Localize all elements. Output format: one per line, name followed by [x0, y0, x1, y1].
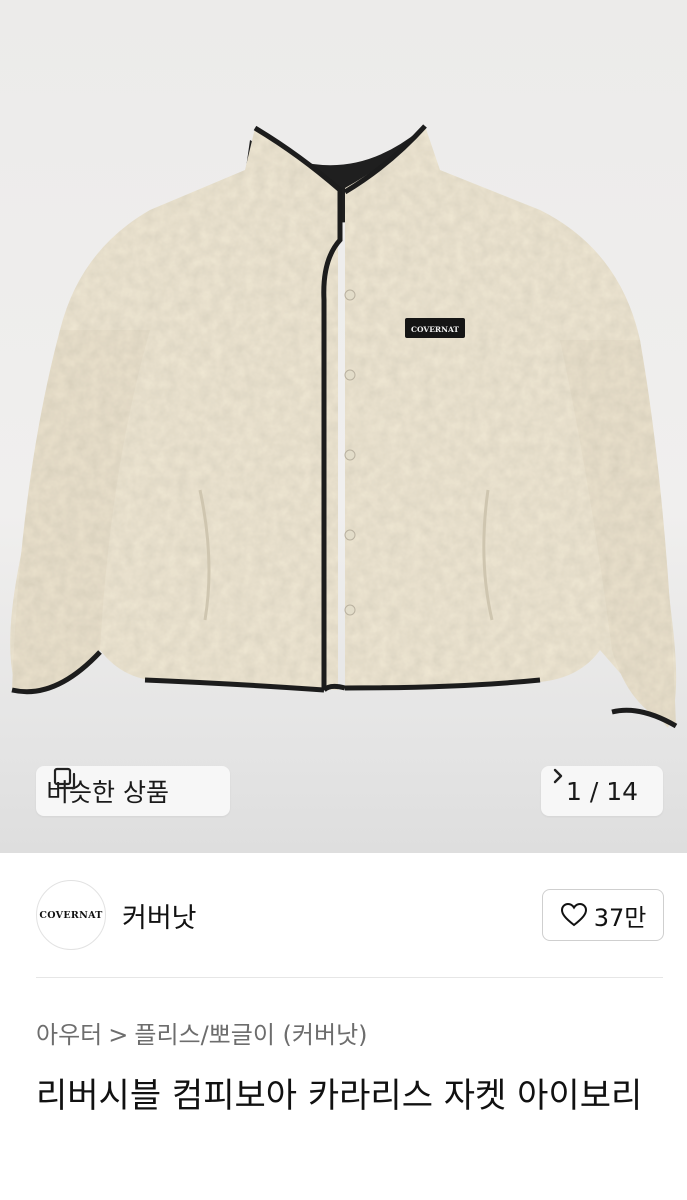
breadcrumb: 아우터 > 플리스/뽀글이 (커버낫)	[36, 1015, 368, 1050]
similar-products-button[interactable]: 비슷한 상품	[36, 766, 230, 816]
product-title: 리버시블 컴피보아 카라리스 자켓 아이보리	[36, 1076, 643, 1116]
image-counter: 1 / 14	[565, 776, 639, 806]
chevron-right-icon	[553, 768, 563, 784]
breadcrumb-separator: >	[108, 1021, 129, 1049]
stacked-squares-icon	[53, 767, 76, 790]
like-count: 37만	[593, 903, 647, 932]
image-counter-next-button[interactable]: 1 / 14	[541, 766, 663, 816]
heart-outline-icon	[560, 902, 587, 927]
divider	[36, 977, 663, 978]
brand-row: COVERNAT 커버낫 37만	[0, 853, 687, 977]
product-image: COVERNAT	[10, 124, 678, 729]
brand-logo[interactable]: COVERNAT	[36, 880, 106, 950]
jacket-label-text: COVERNAT	[411, 325, 459, 334]
product-image-gallery[interactable]: COVERNAT 비슷한 상품 1 / 14	[0, 0, 687, 853]
breadcrumb-category[interactable]: 아우터	[36, 1021, 102, 1049]
brand-logo-text: COVERNAT	[39, 909, 103, 921]
brand-name[interactable]: 커버낫	[122, 896, 197, 935]
brand-like-button[interactable]: 37만	[542, 889, 664, 941]
breadcrumb-subcategory[interactable]: 플리스/뽀글이 (커버낫)	[134, 1021, 367, 1049]
